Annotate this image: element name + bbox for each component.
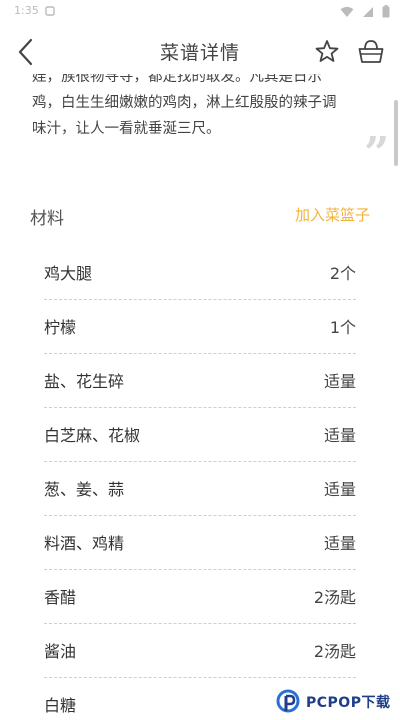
ingredient-amount: 2汤匙 [313, 588, 356, 607]
recipe-content[interactable]: 娃，族很物寻寺，都定找的取发。凡其是日示 鸡，白生生细嫩嫩的鸡肉，淋上红殷殷的辣… [0, 74, 400, 720]
watermark-text: PCPOP下载 [306, 695, 391, 711]
watermark: PCPOP下载 [272, 684, 400, 720]
materials-header: 材料 加入菜篮子 [30, 204, 370, 229]
description-line: 鸡，白生生细嫩嫩的鸡肉，淋上红殷殷的辣子调 [32, 95, 337, 111]
status-bar: 1:35 [0, 0, 400, 24]
signal-icon [363, 6, 373, 17]
ingredient-amount: 适量 [323, 372, 356, 391]
ingredient-row: 料酒、鸡精 适量 [44, 516, 356, 570]
ingredient-name: 柠檬 [44, 318, 77, 337]
wifi-icon [340, 6, 354, 17]
pcpop-logo-icon [276, 689, 300, 713]
notification-icon [45, 5, 55, 16]
recipe-description: 娃，族很物寻寺，都定找的取发。凡其是日示 鸡，白生生细嫩嫩的鸡肉，淋上红殷殷的辣… [32, 74, 372, 142]
ingredient-amount: 适量 [323, 480, 356, 499]
ingredient-row: 鸡大腿 2个 [44, 246, 356, 300]
status-left: 1:35 [14, 4, 55, 17]
battery-icon [382, 5, 390, 18]
ingredient-name: 白芝麻、花椒 [44, 426, 141, 445]
favorite-button[interactable] [313, 38, 341, 66]
ingredient-name: 鸡大腿 [44, 264, 93, 283]
ingredient-name: 盐、花生碎 [44, 372, 125, 391]
status-time: 1:35 [14, 4, 39, 17]
ingredient-row: 柠檬 1个 [44, 300, 356, 354]
ingredient-row: 葱、姜、蒜 适量 [44, 462, 356, 516]
ingredient-amount: 2个 [329, 264, 356, 283]
ingredient-row: 香醋 2汤匙 [44, 570, 356, 624]
description-line: 娃，族很物寻寺，都定找的取发。凡其是日示 [32, 74, 322, 85]
materials-title: 材料 [30, 209, 64, 229]
ingredient-row: 盐、花生碎 适量 [44, 354, 356, 408]
ingredient-name: 酱油 [44, 642, 77, 661]
nav-bar: 菜谱详情 [0, 24, 400, 80]
ingredient-name: 葱、姜、蒜 [44, 480, 125, 499]
ingredient-row: 酱油 2汤匙 [44, 624, 356, 678]
status-right [340, 5, 390, 18]
ingredient-row: 白芝麻、花椒 适量 [44, 408, 356, 462]
add-to-basket-link[interactable]: 加入菜篮子 [295, 204, 370, 225]
ingredient-name: 料酒、鸡精 [44, 534, 125, 553]
ingredient-amount: 适量 [323, 534, 356, 553]
quote-mark-icon: ” [364, 128, 390, 179]
basket-icon [358, 40, 384, 63]
ingredient-name: 白糖 [44, 696, 77, 715]
ingredient-amount: 适量 [323, 426, 356, 445]
star-icon [315, 40, 339, 62]
ingredient-name: 香醋 [44, 588, 77, 607]
ingredient-amount: 1个 [329, 318, 356, 337]
description-line: 味汁，让人一看就垂涎三尺。 [32, 121, 221, 137]
ingredient-list: 鸡大腿 2个 柠檬 1个 盐、花生碎 适量 白芝麻、花椒 适量 葱、姜、蒜 适量… [44, 246, 356, 720]
basket-button[interactable] [356, 37, 386, 67]
ingredient-amount: 2汤匙 [313, 642, 356, 661]
scrollbar[interactable] [394, 100, 398, 166]
